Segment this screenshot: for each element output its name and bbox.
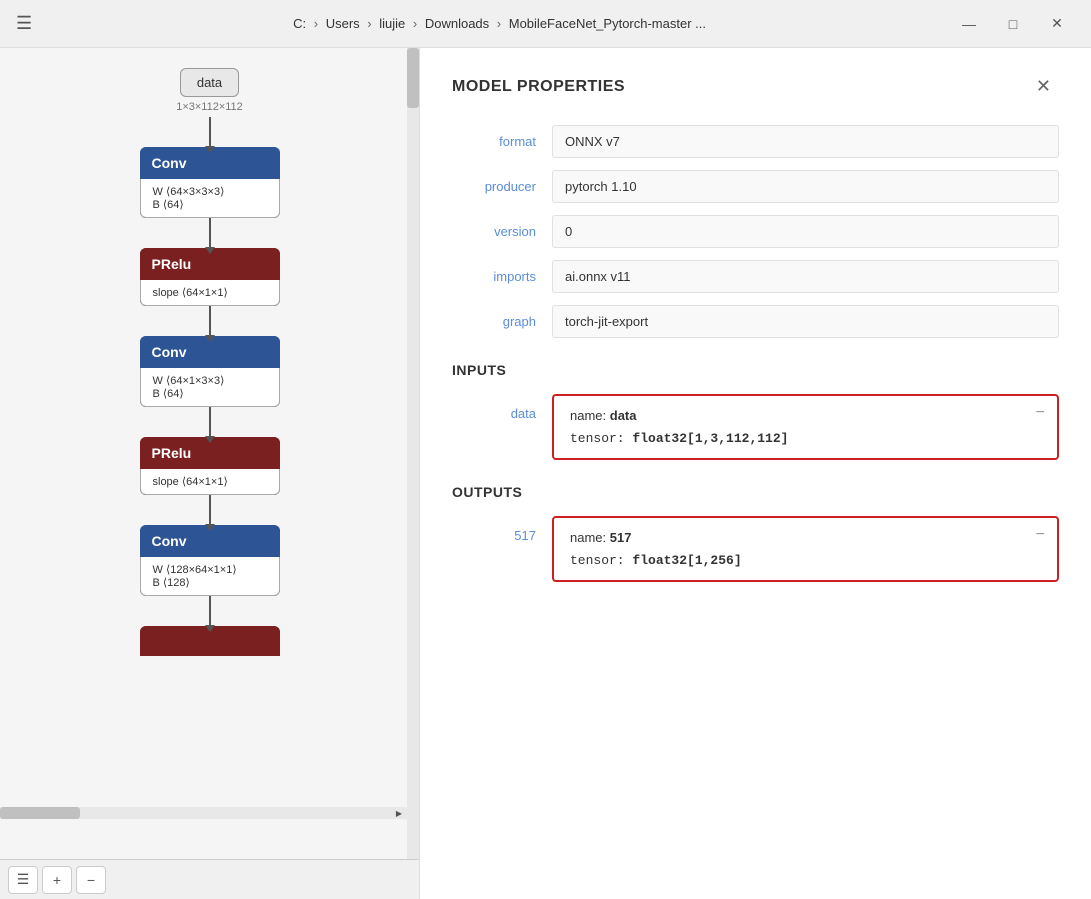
zoom-out-button[interactable]: − bbox=[76, 866, 106, 894]
outputs-rows: 517 − name: 517 tensor: float32[1,256] bbox=[452, 516, 1059, 582]
arrow-3 bbox=[209, 306, 211, 336]
property-value: 0 bbox=[552, 215, 1059, 248]
output-collapse-button[interactable]: − bbox=[1036, 526, 1045, 544]
list-button[interactable]: ☰ bbox=[8, 866, 38, 894]
conv3-w: W ⟨128×64×1×1⟩ bbox=[153, 563, 267, 576]
path-project: MobileFaceNet_Pytorch-master ... bbox=[509, 16, 706, 31]
arrow-1 bbox=[209, 117, 211, 147]
arrow-5 bbox=[209, 495, 211, 525]
output-name: name: 517 bbox=[570, 530, 1041, 545]
properties-panel: MODEL PROPERTIES ✕ format ONNX v7 produc… bbox=[420, 48, 1091, 899]
property-value: pytorch 1.10 bbox=[552, 170, 1059, 203]
inputs-section-header: INPUTS bbox=[452, 362, 1059, 378]
prelu1-node[interactable]: PRelu slope ⟨64×1×1⟩ bbox=[140, 248, 280, 306]
path-users: Users bbox=[326, 16, 360, 31]
property-row: imports ai.onnx v11 bbox=[452, 260, 1059, 293]
zoom-in-button[interactable]: + bbox=[42, 866, 72, 894]
conv1-node[interactable]: Conv W ⟨64×3×3×3⟩ B ⟨64⟩ bbox=[140, 147, 280, 218]
sep2: › bbox=[367, 16, 375, 31]
outputs-section-header: OUTPUTS bbox=[452, 484, 1059, 500]
menu-icon[interactable]: ☰ bbox=[16, 13, 32, 34]
path-c: C: bbox=[293, 16, 306, 31]
conv1-w: W ⟨64×3×3×3⟩ bbox=[153, 185, 267, 198]
output-row: 517 − name: 517 tensor: float32[1,256] bbox=[452, 516, 1059, 582]
properties-close-button[interactable]: ✕ bbox=[1028, 72, 1059, 101]
title-path: C: › Users › liujie › Downloads › Mobile… bbox=[48, 16, 951, 31]
property-value: ONNX v7 bbox=[552, 125, 1059, 158]
prelu1-details: slope ⟨64×1×1⟩ bbox=[140, 280, 280, 306]
property-row: graph torch-jit-export bbox=[452, 305, 1059, 338]
conv1-b: B ⟨64⟩ bbox=[153, 198, 267, 211]
input-tensor: tensor: float32[1,3,112,112] bbox=[570, 431, 1041, 446]
bottom-toolbar: ☰ + − bbox=[0, 859, 419, 899]
output-tensor: tensor: float32[1,256] bbox=[570, 553, 1041, 568]
input-collapse-button[interactable]: − bbox=[1036, 404, 1045, 422]
conv2-w: W ⟨64×1×3×3⟩ bbox=[153, 374, 267, 387]
input-name: name: data bbox=[570, 408, 1041, 423]
prelu1-slope: slope ⟨64×1×1⟩ bbox=[153, 286, 267, 299]
maximize-button[interactable]: □ bbox=[995, 10, 1031, 38]
arrow-4 bbox=[209, 407, 211, 437]
close-button[interactable]: ✕ bbox=[1039, 10, 1075, 38]
output-card[interactable]: − name: 517 tensor: float32[1,256] bbox=[552, 516, 1059, 582]
main-layout: data 1×3×112×112 Conv W ⟨64×3×3×3⟩ B ⟨64… bbox=[0, 48, 1091, 899]
graph-wrapper: data 1×3×112×112 Conv W ⟨64×3×3×3⟩ B ⟨64… bbox=[0, 48, 419, 859]
prelu2-details: slope ⟨64×1×1⟩ bbox=[140, 469, 280, 495]
property-value: torch-jit-export bbox=[552, 305, 1059, 338]
sep3: › bbox=[413, 16, 421, 31]
output-label: 517 bbox=[452, 516, 552, 543]
conv2-b: B ⟨64⟩ bbox=[153, 387, 267, 400]
conv1-details: W ⟨64×3×3×3⟩ B ⟨64⟩ bbox=[140, 179, 280, 218]
data-node[interactable]: data bbox=[180, 68, 239, 97]
title-bar: ☰ C: › Users › liujie › Downloads › Mobi… bbox=[0, 0, 1091, 48]
inputs-rows: data − name: data tensor: float32[1,3,11… bbox=[452, 394, 1059, 460]
prelu2-slope: slope ⟨64×1×1⟩ bbox=[153, 475, 267, 488]
path-liujie: liujie bbox=[379, 16, 405, 31]
path-downloads: Downloads bbox=[425, 16, 489, 31]
properties-title: MODEL PROPERTIES bbox=[452, 78, 625, 96]
sep4: › bbox=[497, 16, 505, 31]
conv2-details: W ⟨64×1×3×3⟩ B ⟨64⟩ bbox=[140, 368, 280, 407]
arrow-6 bbox=[209, 596, 211, 626]
conv3-b: B ⟨128⟩ bbox=[153, 576, 267, 589]
scroll-right-arrow[interactable]: ▶ bbox=[391, 807, 407, 819]
property-label: graph bbox=[452, 314, 552, 329]
horizontal-scrolltrack[interactable] bbox=[0, 807, 407, 819]
properties-header: MODEL PROPERTIES ✕ bbox=[452, 72, 1059, 101]
conv2-node[interactable]: Conv W ⟨64×1×3×3⟩ B ⟨64⟩ bbox=[140, 336, 280, 407]
horizontal-scrollthumb[interactable] bbox=[0, 807, 80, 819]
property-row: format ONNX v7 bbox=[452, 125, 1059, 158]
property-row: version 0 bbox=[452, 215, 1059, 248]
conv3-node[interactable]: Conv W ⟨128×64×1×1⟩ B ⟨128⟩ bbox=[140, 525, 280, 596]
data-shape-label: 1×3×112×112 bbox=[176, 101, 243, 113]
graph-panel: data 1×3×112×112 Conv W ⟨64×3×3×3⟩ B ⟨64… bbox=[0, 48, 420, 899]
conv3-details: W ⟨128×64×1×1⟩ B ⟨128⟩ bbox=[140, 557, 280, 596]
input-card[interactable]: − name: data tensor: float32[1,3,112,112… bbox=[552, 394, 1059, 460]
window-controls: — □ ✕ bbox=[951, 10, 1075, 38]
input-label: data bbox=[452, 394, 552, 421]
prelu2-node[interactable]: PRelu slope ⟨64×1×1⟩ bbox=[140, 437, 280, 495]
property-label: version bbox=[452, 224, 552, 239]
sep1: › bbox=[314, 16, 322, 31]
property-fields: format ONNX v7 producer pytorch 1.10 ver… bbox=[452, 125, 1059, 338]
arrow-2 bbox=[209, 218, 211, 248]
property-label: format bbox=[452, 134, 552, 149]
minimize-button[interactable]: — bbox=[951, 10, 987, 38]
property-value: ai.onnx v11 bbox=[552, 260, 1059, 293]
input-row: data − name: data tensor: float32[1,3,11… bbox=[452, 394, 1059, 460]
property-label: producer bbox=[452, 179, 552, 194]
property-label: imports bbox=[452, 269, 552, 284]
graph-content: data 1×3×112×112 Conv W ⟨64×3×3×3⟩ B ⟨64… bbox=[0, 48, 419, 676]
property-row: producer pytorch 1.10 bbox=[452, 170, 1059, 203]
